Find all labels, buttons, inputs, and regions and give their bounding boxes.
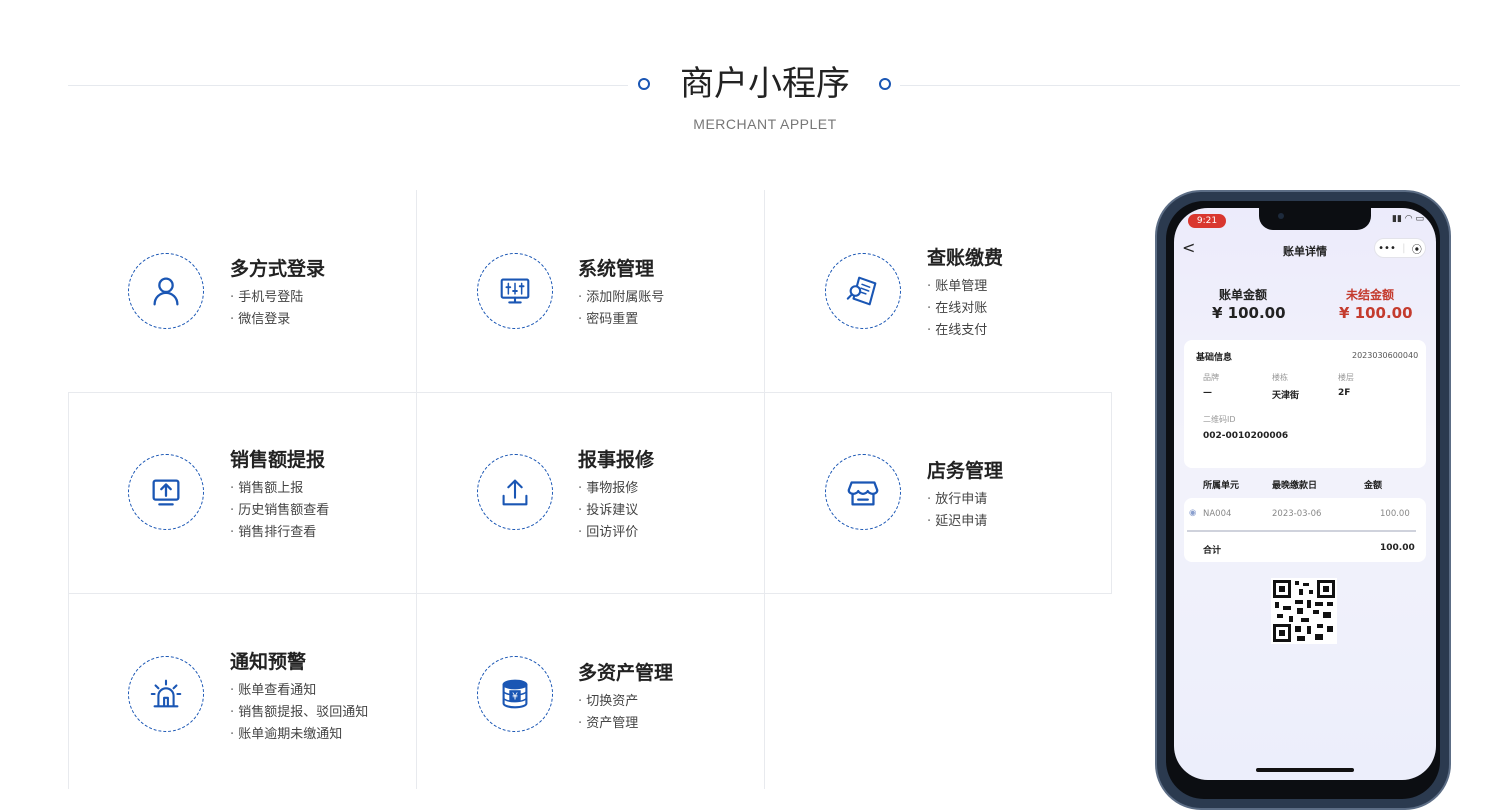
feature-item: 账单查看通知 xyxy=(230,680,368,702)
asset-coins-icon: ¥ xyxy=(477,656,553,732)
page-title: 商户小程序 xyxy=(680,64,850,104)
brand-label: 品牌 xyxy=(1203,373,1219,382)
feature-list: 账单查看通知 销售额提报、驳回通知 账单逾期未缴通知 xyxy=(230,680,368,746)
row-unit: NA004 xyxy=(1203,509,1232,519)
radio-icon[interactable]: ◉ xyxy=(1189,508,1196,518)
brand-value: — xyxy=(1203,388,1212,398)
grid-divider xyxy=(1111,392,1112,594)
title-dot-right xyxy=(879,78,891,90)
qr-id-value: 002-0010200006 xyxy=(1203,431,1289,441)
building-label: 楼栋 xyxy=(1272,373,1288,382)
status-time: 9:21 xyxy=(1188,214,1226,228)
total-value: 100.00 xyxy=(1380,543,1415,553)
feature-item: 账单逾期未缴通知 xyxy=(230,724,368,746)
store-icon xyxy=(825,454,901,530)
capsule-divider: | xyxy=(1402,242,1406,254)
feature-item: 放行申请 xyxy=(927,489,987,511)
bill-number: 2023030600040 xyxy=(1352,351,1419,360)
phone-notch xyxy=(1259,208,1371,230)
feature-title: 查账缴费 xyxy=(927,247,1004,269)
basic-info-label: 基础信息 xyxy=(1196,353,1233,363)
feature-list: 手机号登陆 微信登录 xyxy=(230,287,303,331)
bill-amount-value: ¥ 100.00 xyxy=(1212,304,1286,322)
user-icon xyxy=(128,253,204,329)
upload-icon xyxy=(477,454,553,530)
upload-screen-icon xyxy=(128,454,204,530)
feature-item: 添加附属账号 xyxy=(578,287,664,309)
feature-item: 投诉建议 xyxy=(578,500,638,522)
unpaid-amount-label: 未结金额 xyxy=(1346,288,1395,302)
row-amount: 100.00 xyxy=(1380,509,1410,519)
basic-info-card: 基础信息 2023030600040 品牌 — 楼栋 天津街 楼层 2F 二维码… xyxy=(1184,340,1426,468)
feature-list: 添加附属账号 密码重置 xyxy=(578,287,664,331)
feature-title: 报事报修 xyxy=(578,449,655,471)
grid-divider xyxy=(68,392,69,789)
feature-item: 事物报修 xyxy=(578,478,638,500)
feature-list: 事物报修 投诉建议 回访评价 xyxy=(578,478,638,544)
feature-title: 系统管理 xyxy=(578,258,655,280)
qr-id-label: 二维码ID xyxy=(1203,415,1236,424)
feature-item: 在线支付 xyxy=(927,320,987,342)
alarm-icon xyxy=(128,656,204,732)
phone-screen: 9:21 ▮▮ ◠ ▭ < 账单详情 ••• | ⦿ 账单金额 ¥ 100.00… xyxy=(1174,208,1436,780)
feature-item: 密码重置 xyxy=(578,309,664,331)
grid-divider xyxy=(416,190,417,789)
grid-divider xyxy=(68,392,1112,393)
signal-wifi-battery-icon: ▮▮ ◠ ▭ xyxy=(1392,214,1424,224)
feature-title: 店务管理 xyxy=(927,460,1004,482)
floor-label: 楼层 xyxy=(1338,373,1354,382)
phone-mockup: 9:21 ▮▮ ◠ ▭ < 账单详情 ••• | ⦿ 账单金额 ¥ 100.00… xyxy=(1155,190,1451,810)
row-date: 2023-03-06 xyxy=(1272,509,1322,519)
title-dot-left xyxy=(638,78,650,90)
qr-code-image xyxy=(1271,578,1337,644)
feature-list: 放行申请 延迟申请 xyxy=(927,489,987,533)
home-indicator xyxy=(1256,768,1354,772)
feature-item: 销售额提报、驳回通知 xyxy=(230,702,368,724)
more-icon[interactable]: ••• xyxy=(1378,243,1396,254)
feature-item: 销售排行查看 xyxy=(230,522,329,544)
table-header-date: 最晚缴款日 xyxy=(1272,481,1318,491)
camera-icon xyxy=(1278,213,1284,219)
row-divider xyxy=(1187,530,1416,532)
page-subtitle: MERCHANT APPLET xyxy=(693,116,837,132)
feature-title: 销售额提报 xyxy=(230,449,326,471)
feature-item: 回访评价 xyxy=(578,522,638,544)
grid-divider xyxy=(764,190,765,789)
feature-item: 延迟申请 xyxy=(927,511,987,533)
table-header-amount: 金额 xyxy=(1364,481,1383,491)
table-header-unit: 所属单元 xyxy=(1203,481,1240,491)
total-label: 合计 xyxy=(1203,546,1222,556)
svg-text:¥: ¥ xyxy=(512,692,518,703)
feature-title: 多方式登录 xyxy=(230,258,326,280)
feature-item: 切换资产 xyxy=(578,691,638,713)
feature-item: 手机号登陆 xyxy=(230,287,303,309)
feature-title: 多资产管理 xyxy=(578,662,674,684)
bill-table-card: ◉ NA004 2023-03-06 100.00 合计 100.00 xyxy=(1184,498,1426,562)
unpaid-amount-value: ¥ 100.00 xyxy=(1339,304,1413,322)
feature-item: 资产管理 xyxy=(578,713,638,735)
feature-list: 销售额上报 历史销售额查看 销售排行查看 xyxy=(230,478,329,544)
close-icon[interactable]: ⦿ xyxy=(1412,241,1422,256)
feature-list: 账单管理 在线对账 在线支付 xyxy=(927,276,987,342)
feature-title: 通知预警 xyxy=(230,651,307,673)
feature-item: 微信登录 xyxy=(230,309,303,331)
feature-list: 切换资产 资产管理 xyxy=(578,691,638,735)
floor-value: 2F xyxy=(1338,388,1351,398)
bill-search-icon xyxy=(825,253,901,329)
grid-divider xyxy=(68,593,1112,594)
feature-item: 销售额上报 xyxy=(230,478,329,500)
mini-program-capsule[interactable]: ••• | ⦿ xyxy=(1374,238,1426,258)
feature-item: 账单管理 xyxy=(927,276,987,298)
feature-item: 在线对账 xyxy=(927,298,987,320)
monitor-settings-icon xyxy=(477,253,553,329)
building-value: 天津街 xyxy=(1272,391,1300,401)
feature-item: 历史销售额查看 xyxy=(230,500,329,522)
bill-amount-label: 账单金额 xyxy=(1219,288,1268,302)
